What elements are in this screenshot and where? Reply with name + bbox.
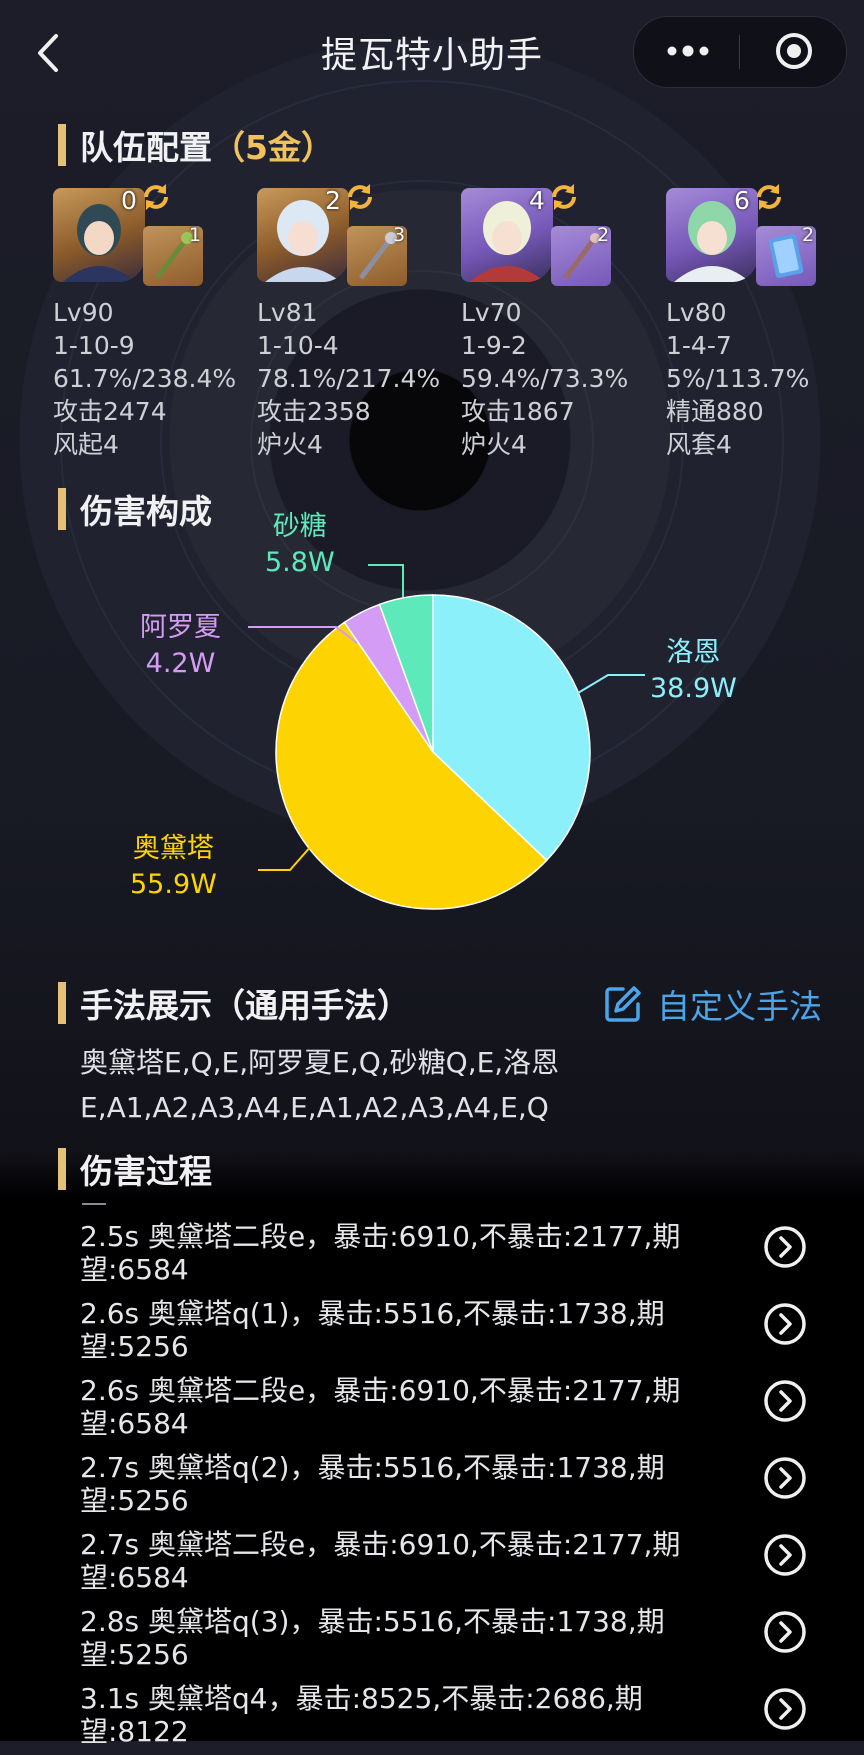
title-accent-bar [58, 124, 66, 166]
refresh-icon[interactable] [752, 180, 786, 214]
member-stats: Lv81 1-10-4 78.1%/217.4% 攻击2358 炉火4 [257, 296, 440, 461]
member-artifact: 风起4 [53, 430, 119, 459]
weapon-refinement: 3 [393, 224, 406, 246]
pie-slice-value: 4.2W [145, 648, 216, 679]
member-crit: 78.1%/217.4% [257, 364, 441, 393]
pie-leader-line [368, 564, 404, 597]
pie-leader-line [258, 844, 313, 871]
log-entry-text: 2.6s 奥黛塔二段e，暴击:6910,不暴击:2177,期望:6584 [80, 1374, 681, 1440]
log-entry-text: 2.6s 奥黛塔q(1)，暴击:5516,不暴击:1738,期望:5256 [80, 1297, 665, 1363]
member-main-stat: 攻击2474 [53, 397, 167, 426]
member-crit: 61.7%/238.4% [53, 364, 237, 393]
damage-process-list: 2.5s 奥黛塔二段e，暴击:6910,不暴击:2177,期望:6584 2.6… [80, 1216, 840, 1755]
member-talents: 1-9-2 [461, 331, 527, 360]
constellation-count: 0 [121, 186, 137, 215]
member-level: Lv81 [257, 298, 318, 327]
chevron-right-circle-icon[interactable] [763, 1456, 807, 1500]
section-title-team: 队伍配置 （5金） [58, 122, 334, 168]
constellation-count: 6 [734, 186, 750, 215]
section-title-process: 伤害过程 [58, 1146, 212, 1192]
pie-slice-name: 奥黛塔 [132, 833, 214, 864]
technique-sequence: 奥黛塔E,Q,E,阿罗夏E,Q,砂糖Q,E,洛恩E,A1,A2,A3,A4,E,… [80, 1046, 560, 1124]
pie-slice-label: 奥黛塔 55.9W [130, 831, 217, 903]
divider [82, 1203, 106, 1205]
team-title: 队伍配置 [80, 128, 212, 167]
mini-program-capsule [633, 16, 847, 88]
list-item[interactable]: 2.7s 奥黛塔q(2)，暴击:5516,不暴击:1738,期望:5256 [80, 1447, 840, 1524]
pie-slice-label: 洛恩 38.9W [650, 635, 737, 707]
member-crit: 5%/113.7% [666, 364, 810, 393]
constellation-count: 4 [529, 186, 545, 215]
chevron-right-circle-icon[interactable] [763, 1610, 807, 1654]
custom-technique-button[interactable]: 自定义手法 [603, 980, 822, 1028]
chevron-right-circle-icon[interactable] [763, 1379, 807, 1423]
list-item[interactable]: 2.5s 奥黛塔二段e，暴击:6910,不暴击:2177,期望:6584 [80, 1216, 840, 1293]
member-stats: Lv90 1-10-9 61.7%/238.4% 攻击2474 风起4 [53, 296, 236, 461]
damage-pie-chart: 洛恩 38.9W 奥黛塔 55.9W 阿罗夏 4.2W 砂糖 5.8W [0, 511, 864, 935]
member-talents: 1-10-9 [53, 331, 135, 360]
weapon-refinement: 1 [189, 224, 202, 246]
chevron-right-circle-icon[interactable] [763, 1225, 807, 1269]
refresh-icon[interactable] [343, 180, 377, 214]
capsule-divider [739, 35, 740, 69]
member-main-stat: 精通880 [666, 397, 764, 426]
member-level: Lv80 [666, 298, 727, 327]
log-entry-text: 2.8s 奥黛塔q(3)，暴击:5516,不暴击:1738,期望:5256 [80, 1605, 665, 1671]
log-entry-text: 2.7s 奥黛塔二段e，暴击:6910,不暴击:2177,期望:6584 [80, 1528, 681, 1594]
pie-slice-label: 阿罗夏 4.2W [140, 610, 221, 682]
member-talents: 1-4-7 [666, 331, 732, 360]
log-entry-text: 2.7s 奥黛塔q(2)，暴击:5516,不暴击:1738,期望:5256 [80, 1451, 665, 1517]
member-artifact: 炉火4 [461, 430, 527, 459]
chevron-right-circle-icon[interactable] [763, 1687, 807, 1731]
edit-icon [605, 986, 641, 1022]
member-stats: Lv80 1-4-7 5%/113.7% 精通880 风套4 [666, 296, 809, 461]
custom-technique-label: 自定义手法 [657, 987, 822, 1026]
more-dots-icon[interactable] [666, 39, 710, 63]
list-item[interactable]: 2.8s 奥黛塔q(3)，暴击:5516,不暴击:1738,期望:5256 [80, 1601, 840, 1678]
list-item[interactable]: 3.1s 奥黛塔q4，暴击:8525,不暴击:2686,期望:8122 [80, 1678, 840, 1755]
list-item[interactable]: 2.6s 奥黛塔二段e，暴击:6910,不暴击:2177,期望:6584 [80, 1370, 840, 1447]
refresh-icon[interactable] [139, 180, 173, 214]
weapon-refinement: 2 [802, 224, 815, 246]
member-talents: 1-10-4 [257, 331, 339, 360]
member-artifact: 风套4 [666, 430, 732, 459]
pie-slice-name: 砂糖 [272, 511, 327, 542]
title-accent-bar [58, 1148, 66, 1190]
team-rarity: （5金） [212, 128, 334, 167]
member-crit: 59.4%/73.3% [461, 364, 629, 393]
title-accent-bar [58, 982, 66, 1024]
refresh-icon[interactable] [547, 180, 581, 214]
member-main-stat: 攻击1867 [461, 397, 575, 426]
process-title: 伤害过程 [80, 1152, 212, 1191]
pie-slice-value: 55.9W [130, 869, 217, 900]
pie-slice-label: 砂糖 5.8W [265, 509, 335, 581]
member-main-stat: 攻击2358 [257, 397, 371, 426]
chevron-right-circle-icon[interactable] [763, 1302, 807, 1346]
list-item[interactable]: 2.7s 奥黛塔二段e，暴击:6910,不暴击:2177,期望:6584 [80, 1524, 840, 1601]
pie-slice-value: 5.8W [265, 547, 335, 578]
member-level: Lv70 [461, 298, 522, 327]
constellation-count: 2 [325, 186, 341, 215]
log-entry-text: 3.1s 奥黛塔q4，暴击:8525,不暴击:2686,期望:8122 [80, 1682, 643, 1748]
pie-slice-name: 洛恩 [666, 637, 721, 668]
weapon-refinement: 2 [597, 224, 610, 246]
navigation-bar: 提瓦特小助手 [0, 0, 864, 105]
pie-leader-line [577, 674, 645, 694]
member-artifact: 炉火4 [257, 430, 323, 459]
section-title-technique: 手法展示（通用手法） [58, 980, 410, 1026]
list-item[interactable]: 2.6s 奥黛塔q(1)，暴击:5516,不暴击:1738,期望:5256 [80, 1293, 840, 1370]
pie-slice-value: 38.9W [650, 673, 737, 704]
member-stats: Lv70 1-9-2 59.4%/73.3% 攻击1867 炉火4 [461, 296, 628, 461]
pie-slice-name: 阿罗夏 [140, 612, 221, 643]
chevron-right-circle-icon[interactable] [763, 1533, 807, 1577]
technique-title: 手法展示（通用手法） [80, 986, 410, 1025]
member-level: Lv90 [53, 298, 114, 327]
log-entry-text: 2.5s 奥黛塔二段e，暴击:6910,不暴击:2177,期望:6584 [80, 1220, 681, 1286]
target-circle-icon[interactable] [774, 31, 814, 71]
